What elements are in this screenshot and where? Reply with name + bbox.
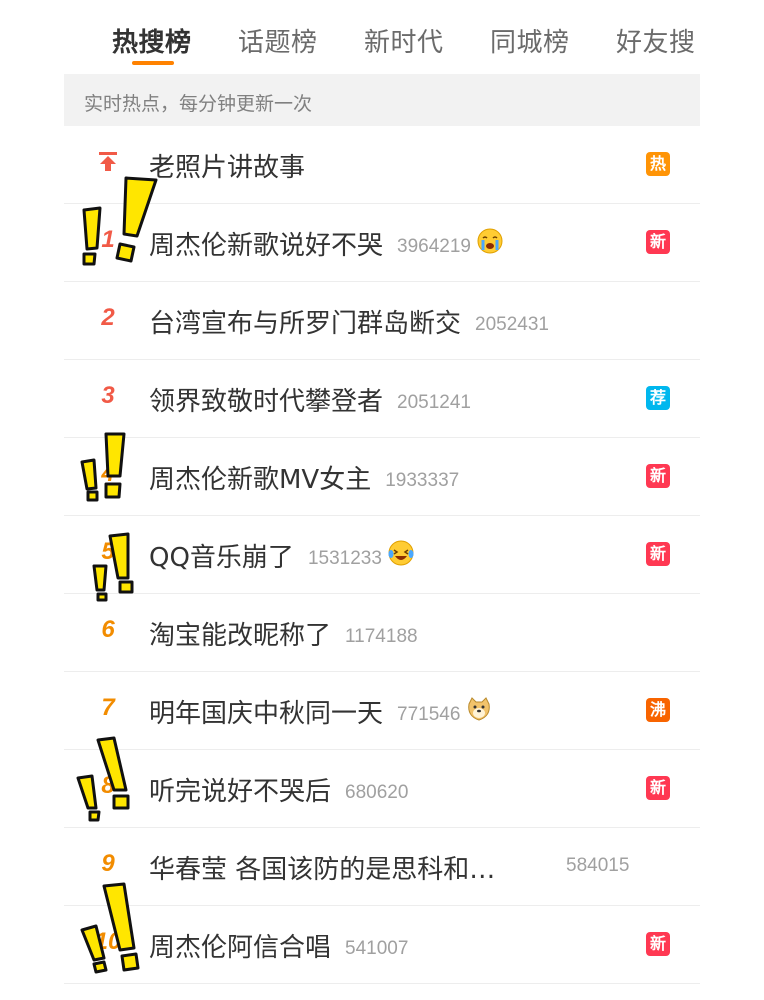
new-badge: 新 <box>646 542 670 566</box>
search-count: 2052431 <box>475 314 549 335</box>
title-text: 周杰伦新歌MV女主 <box>149 465 372 495</box>
hot-search-title[interactable]: 华春莹 各国该防的是思科和… <box>149 849 495 886</box>
search-count: 680620 <box>345 782 409 803</box>
new-badge: 新 <box>646 230 670 254</box>
rank-number: 7 <box>101 694 115 721</box>
hot-search-title[interactable]: 淘宝能改昵称了 1174188 <box>149 615 418 652</box>
title-text: 领界致敬时代攀登者 <box>149 387 384 417</box>
tab-local[interactable]: 同城榜 <box>490 22 570 59</box>
hot-search-title[interactable]: 明年国庆中秋同一天 771546 <box>149 693 492 730</box>
hot-search-title[interactable]: QQ音乐崩了 1531233 <box>149 537 414 574</box>
search-count: 2051241 <box>397 392 471 413</box>
hot-badge: 热 <box>646 152 670 176</box>
tab-friends-search[interactable]: 好友搜 <box>616 22 696 59</box>
hot-search-row[interactable]: 2 台湾宣布与所罗门群岛断交 2052431 <box>64 282 700 360</box>
rank-number: 2 <box>101 304 115 331</box>
title-text: 华春莹 各国该防的是思科和… <box>149 855 496 885</box>
hot-search-row[interactable]: 4 周杰伦新歌MV女主 1933337 新 <box>64 438 700 516</box>
search-count: 1933337 <box>385 470 460 491</box>
hot-search-row[interactable]: 10 周杰伦阿信合唱 541007 新 <box>64 906 700 984</box>
new-badge: 新 <box>646 464 670 488</box>
search-count: 1531233 <box>307 548 382 569</box>
search-count: 1174188 <box>345 626 418 647</box>
title-text: 周杰伦新歌说好不哭 <box>149 231 384 261</box>
update-notice-text: 实时热点，每分钟更新一次 <box>84 93 313 115</box>
search-count: 541007 <box>345 938 409 959</box>
hot-search-title[interactable]: 听完说好不哭后 680620 <box>149 771 408 808</box>
rank-number: 3 <box>101 382 115 409</box>
hot-search-title[interactable]: 周杰伦阿信合唱 541007 <box>149 927 408 964</box>
hot-search-row[interactable]: 1 周杰伦新歌说好不哭 3964219 新 <box>64 204 700 282</box>
title-text: 台湾宣布与所罗门群岛断交 <box>149 309 462 339</box>
tab-topics[interactable]: 话题榜 <box>238 22 318 59</box>
hot-search-title[interactable]: 周杰伦新歌说好不哭 3964219 <box>149 225 503 262</box>
boil-badge: 沸 <box>646 698 670 722</box>
search-count: 584015 <box>566 855 630 876</box>
search-count: 771546 <box>397 704 461 725</box>
hot-search-row[interactable]: 老照片讲故事 热 <box>64 126 700 204</box>
doge-emoji <box>466 696 492 722</box>
rank-number: 1 <box>101 226 115 253</box>
hot-search-title[interactable]: 周杰伦新歌MV女主 1933337 <box>149 459 459 496</box>
search-count: 3964219 <box>397 236 471 257</box>
title-text: 老照片讲故事 <box>149 153 306 183</box>
hot-search-row[interactable]: 7 明年国庆中秋同一天 771546 沸 <box>64 672 700 750</box>
rank-number: 5 <box>101 538 115 565</box>
pin-up-arrow-icon <box>94 146 122 174</box>
update-notice-bar: 实时热点，每分钟更新一次 <box>64 74 700 126</box>
recommend-badge: 荐 <box>646 386 670 410</box>
hot-search-row[interactable]: 9 华春莹 各国该防的是思科和… 584015 <box>64 828 700 906</box>
new-badge: 新 <box>646 932 670 956</box>
hot-search-title[interactable]: 领界致敬时代攀登者 2051241 <box>149 381 471 418</box>
crying-face-emoji <box>477 228 503 254</box>
hot-search-row[interactable]: 6 淘宝能改昵称了 1174188 <box>64 594 700 672</box>
hot-search-title[interactable]: 台湾宣布与所罗门群岛断交 2052431 <box>149 303 549 340</box>
hot-search-title[interactable]: 老照片讲故事 <box>149 147 305 184</box>
rank-number: 6 <box>101 616 115 643</box>
rank-number: 4 <box>101 460 115 487</box>
title-text: 淘宝能改昵称了 <box>149 621 332 651</box>
active-tab-indicator <box>132 61 174 65</box>
hot-search-row[interactable]: 8 听完说好不哭后 680620 新 <box>64 750 700 828</box>
hot-search-list: 老照片讲故事 热 1 周杰伦新歌说好不哭 3964219 新 2 台湾宣布与所罗门群岛断交 20… <box>64 126 700 984</box>
hot-search-row[interactable]: 5 QQ音乐崩了 1531233 新 <box>64 516 700 594</box>
hot-search-panel: 热搜榜 话题榜 新时代 同城榜 好友搜 实时热点，每分钟更新一次 老照片讲故事 热… <box>64 0 700 1000</box>
hot-search-row[interactable]: 3 领界致敬时代攀登者 2051241 荐 <box>64 360 700 438</box>
title-text: QQ音乐崩了 <box>149 543 294 573</box>
laughing-tears-emoji <box>388 540 414 566</box>
rank-number: 9 <box>101 850 115 877</box>
rank-number: 8 <box>101 772 115 799</box>
title-text: 明年国庆中秋同一天 <box>149 699 384 729</box>
title-text: 听完说好不哭后 <box>149 777 332 807</box>
tab-bar: 热搜榜 话题榜 新时代 同城榜 好友搜 <box>64 0 700 74</box>
new-badge: 新 <box>646 776 670 800</box>
rank-number: 10 <box>94 928 122 955</box>
tab-new-era[interactable]: 新时代 <box>364 22 444 59</box>
tab-hot-search[interactable]: 热搜榜 <box>112 22 192 59</box>
title-text: 周杰伦阿信合唱 <box>149 933 332 963</box>
